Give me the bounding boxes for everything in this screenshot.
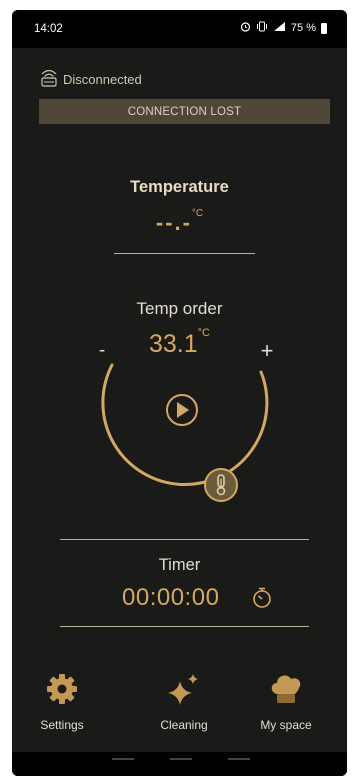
nav-label: Settings xyxy=(40,718,84,732)
timer-title: Timer xyxy=(158,556,201,574)
system-nav-bar xyxy=(12,752,347,776)
play-icon xyxy=(177,402,189,418)
alarm-icon xyxy=(240,21,251,35)
nav-my-space[interactable]: My space xyxy=(236,672,336,732)
connection-status[interactable]: Disconnected xyxy=(38,68,142,91)
battery-icon xyxy=(321,22,327,34)
timer-value: 00:00:00 xyxy=(122,584,220,611)
temperature-unit: °C xyxy=(191,208,204,219)
connection-label: Disconnected xyxy=(63,72,142,87)
temperature-dial[interactable] xyxy=(92,345,272,505)
back-button[interactable] xyxy=(228,758,250,760)
thermometer-handle[interactable] xyxy=(204,468,238,502)
divider xyxy=(60,539,309,540)
temperature-value: --.-°C xyxy=(12,208,347,236)
recent-apps-button[interactable] xyxy=(112,758,134,760)
play-button[interactable] xyxy=(166,394,198,426)
app-screen: 14:02 75 % Disconnected CONNECTION LOST … xyxy=(12,10,347,776)
wifi-router-icon xyxy=(38,68,63,91)
nav-settings[interactable]: Settings xyxy=(12,672,112,732)
battery-percent: 75 % xyxy=(290,22,316,34)
vibrate-icon xyxy=(256,21,268,35)
divider xyxy=(114,253,255,254)
temperature-reading: --.- xyxy=(155,210,192,235)
temp-order-unit: °C xyxy=(197,327,210,339)
divider xyxy=(60,626,309,627)
status-icons: 75 % xyxy=(240,21,327,35)
nav-label: My space xyxy=(260,718,312,732)
temperature-title: Temperature xyxy=(130,178,229,196)
home-button[interactable] xyxy=(170,758,192,760)
status-time: 14:02 xyxy=(34,23,63,35)
status-bar: 14:02 75 % xyxy=(12,10,347,48)
chef-hat-icon xyxy=(236,672,336,706)
stopwatch-icon[interactable] xyxy=(251,585,273,614)
gear-icon xyxy=(12,672,112,706)
nav-label: Cleaning xyxy=(160,718,208,732)
signal-icon xyxy=(273,21,286,35)
bottom-nav: Settings Cleaning My space xyxy=(12,672,347,752)
nav-cleaning[interactable]: Cleaning xyxy=(134,672,234,732)
sparkle-icon xyxy=(134,672,234,706)
connection-lost-banner: CONNECTION LOST xyxy=(39,99,330,124)
temp-order-title: Temp order xyxy=(136,299,223,318)
